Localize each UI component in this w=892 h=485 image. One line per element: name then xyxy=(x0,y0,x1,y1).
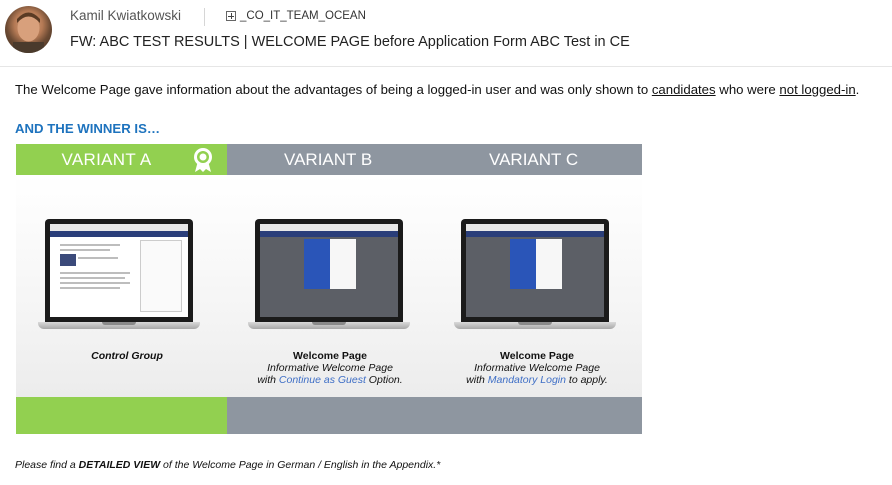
caption-c-line3-post: to apply. xyxy=(565,374,608,386)
caption-b-line3-pre: with xyxy=(257,374,279,386)
caption-variant-a: Control Group xyxy=(22,350,232,362)
intro-text-end: . xyxy=(855,82,860,97)
caption-b-title: Welcome Page xyxy=(293,350,367,362)
caption-c-line2: Informative Welcome Page xyxy=(474,362,600,374)
bottom-bar-variant-a xyxy=(16,397,227,434)
intro-paragraph: The Welcome Page gave information about … xyxy=(15,82,859,97)
caption-c-title: Welcome Page xyxy=(500,350,574,362)
mandatory-login-label: Mandatory Login xyxy=(487,374,566,386)
email-header: Kamil Kwiatkowski _CO_IT_TEAM_OCEAN FW: … xyxy=(0,0,892,62)
expand-icon[interactable] xyxy=(226,11,236,21)
laptop-variant-c xyxy=(454,219,616,337)
caption-variant-b: Welcome Page Informative Welcome Page wi… xyxy=(225,350,435,386)
footnote-suffix: of the Welcome Page in German / English … xyxy=(160,459,441,471)
caption-b-line2: Informative Welcome Page xyxy=(267,362,393,374)
variant-b-label: VARIANT B xyxy=(284,149,373,169)
not-logged-in-text: not logged-in xyxy=(779,82,856,97)
continue-as-guest-label: Continue as Guest xyxy=(278,374,366,386)
candidates-link: candidates xyxy=(651,82,716,97)
caption-variant-c: Welcome Page Informative Welcome Page wi… xyxy=(432,350,642,386)
intro-text-middle: who were xyxy=(715,82,780,97)
divider xyxy=(0,66,892,67)
recipient-label: _CO_IT_TEAM_OCEAN xyxy=(240,10,366,22)
ab-test-figure: VARIANT A VARIANT B VARIANT C Control Gr… xyxy=(16,144,642,434)
caption-b-line3-post: Option. xyxy=(365,374,403,386)
recipient[interactable]: _CO_IT_TEAM_OCEAN xyxy=(226,10,366,22)
bottom-bar-variant-bc xyxy=(227,397,642,434)
laptop-variant-b xyxy=(248,219,410,337)
variant-a-label: VARIANT A xyxy=(61,149,152,169)
sender-name[interactable]: Kamil Kwiatkowski xyxy=(70,8,181,23)
winner-heading: AND THE WINNER IS… xyxy=(15,121,161,136)
header-divider xyxy=(204,8,205,26)
avatar-image xyxy=(13,12,44,53)
footnote-prefix: Please find a xyxy=(15,459,79,471)
avatar[interactable] xyxy=(5,6,52,53)
award-ribbon-icon xyxy=(194,148,212,172)
email-subject: FW: ABC TEST RESULTS | WELCOME PAGE befo… xyxy=(70,34,630,50)
caption-c-line3-pre: with xyxy=(466,374,488,386)
caption-a-title: Control Group xyxy=(91,350,163,362)
footnote: Please find a DETAILED VIEW of the Welco… xyxy=(15,459,440,471)
intro-text: The Welcome Page gave information about … xyxy=(15,82,652,97)
laptop-variant-a xyxy=(38,219,200,337)
footnote-bold: DETAILED VIEW xyxy=(78,459,161,471)
variant-c-label: VARIANT C xyxy=(489,149,579,169)
